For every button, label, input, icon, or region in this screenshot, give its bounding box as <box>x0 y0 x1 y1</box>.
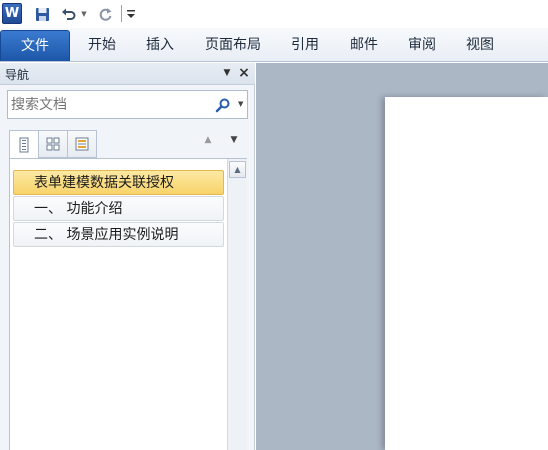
ribbon-tab-bar: 文件 开始 插入 页面布局 引用 邮件 审阅 视图 <box>0 28 548 62</box>
chevron-down-icon: ▼ <box>238 100 244 108</box>
results-view-icon <box>75 137 89 151</box>
undo-icon <box>61 8 75 20</box>
repeat-icon <box>99 7 111 21</box>
tab-browse-headings[interactable] <box>9 130 39 159</box>
triangle-up-icon: ▲ <box>204 135 212 145</box>
tab-review[interactable]: 审阅 <box>398 30 446 61</box>
navigation-pane: 导航 ▼ × ▼ <box>0 63 255 450</box>
undo-button[interactable] <box>58 4 78 24</box>
headings-list: 表单建模数据关联授权 一、 功能介绍 二、 场景应用实例说明 ▲ <box>9 158 247 450</box>
save-icon <box>35 7 49 21</box>
word-logo-icon[interactable]: W <box>2 3 22 24</box>
close-icon: × <box>238 65 250 81</box>
chevron-down-icon: ▼ <box>223 68 231 78</box>
tab-view[interactable]: 视图 <box>456 30 504 61</box>
undo-dropdown-icon[interactable]: ▼ <box>79 4 89 24</box>
document-area <box>256 63 548 450</box>
tab-mailings[interactable]: 邮件 <box>340 30 388 61</box>
toolbar-separator <box>121 5 122 22</box>
pages-view-icon <box>46 137 60 151</box>
tab-insert[interactable]: 插入 <box>137 30 183 61</box>
navigation-pane-header: 导航 ▼ × <box>0 63 255 85</box>
customize-qat-icon <box>127 10 135 18</box>
repeat-button[interactable] <box>96 4 114 24</box>
tab-browse-pages[interactable] <box>38 130 68 158</box>
pane-options-button[interactable]: ▼ <box>221 67 233 79</box>
search-icon <box>215 98 230 113</box>
triangle-up-icon: ▲ <box>234 165 241 174</box>
document-page[interactable] <box>385 97 548 450</box>
search-input[interactable] <box>11 94 211 115</box>
pane-close-button[interactable]: × <box>237 66 251 80</box>
navigation-pane-title: 导航 <box>5 68 30 82</box>
heading-item[interactable]: 一、 功能介绍 <box>13 196 224 221</box>
quick-access-toolbar: W ▼ <box>0 0 548 28</box>
headings-view-icon <box>19 137 29 152</box>
search-options-dropdown[interactable]: ▼ <box>238 100 246 108</box>
heading-item[interactable]: 二、 场景应用实例说明 <box>13 222 224 247</box>
tab-file[interactable]: 文件 <box>0 30 70 61</box>
scroll-up-button[interactable]: ▲ <box>229 161 246 178</box>
tab-page-layout[interactable]: 页面布局 <box>195 30 271 61</box>
triangle-down-icon: ▼ <box>230 135 238 145</box>
save-button[interactable] <box>33 4 51 24</box>
vertical-scrollbar[interactable]: ▲ <box>227 159 247 450</box>
tab-references[interactable]: 引用 <box>281 30 329 61</box>
navigation-view-tabs <box>9 130 99 159</box>
previous-heading-button[interactable]: ▲ <box>202 135 214 147</box>
document-search-box: ▼ <box>7 90 248 119</box>
tab-browse-results[interactable] <box>67 130 97 158</box>
next-heading-button[interactable]: ▼ <box>228 135 240 147</box>
heading-item-selected[interactable]: 表单建模数据关联授权 <box>13 170 224 195</box>
tab-home[interactable]: 开始 <box>78 30 126 61</box>
customize-qat-button[interactable] <box>124 4 138 24</box>
search-button[interactable] <box>215 97 231 113</box>
